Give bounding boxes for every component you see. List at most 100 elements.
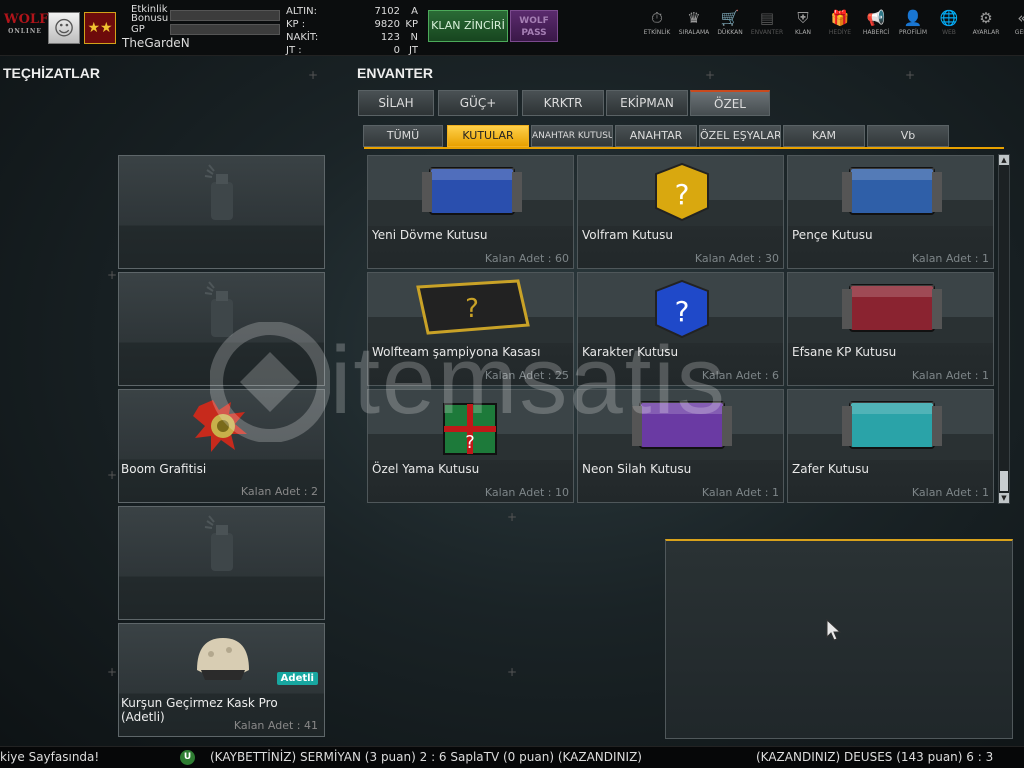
item-box-icon: ? — [368, 273, 573, 343]
inventory-scrollbar[interactable]: ▲ ▼ — [998, 154, 1010, 504]
item-name: Zafer Kutusu — [792, 462, 869, 476]
svg-text:?: ? — [675, 295, 690, 328]
bonus-progress-bar — [170, 10, 280, 21]
gp-label: GP — [131, 24, 145, 35]
nav-icon: 📢 — [866, 9, 886, 27]
item-box-icon: ? — [578, 156, 783, 226]
subtab-t-m-[interactable]: TÜMÜ — [363, 125, 443, 147]
item-count: Kalan Adet : 10 — [484, 486, 569, 499]
currency-row: JT : 0 JT — [286, 45, 418, 56]
username: TheGardeN — [122, 36, 190, 50]
tab-g-[interactable]: GÜÇ+ — [438, 90, 518, 116]
nav-item-profi-li-m[interactable]: 👤 PROFİLİM — [894, 8, 932, 48]
item-name: Pençe Kutusu — [792, 228, 873, 242]
bonus-label-line2: Bonusu — [131, 13, 169, 24]
nav-label: HEDİYE — [828, 29, 852, 36]
item-box-icon: ? — [368, 390, 573, 460]
tab-krktr[interactable]: KRKTR — [522, 90, 604, 116]
nav-icon: 🌐 — [939, 9, 959, 27]
nav-item-haberci-[interactable]: 📢 HABERCİ — [857, 8, 895, 48]
nav-item-geri-[interactable]: «GERİ — [1003, 8, 1024, 48]
grid-plus-mark: + — [905, 68, 916, 82]
nav-label: HABERCİ — [862, 29, 890, 36]
equipment-count: Kalan Adet : 41 — [233, 719, 318, 732]
helmet-icon — [197, 638, 249, 680]
inventory-item-card[interactable]: Zafer Kutusu Kalan Adet : 1 — [787, 389, 994, 503]
nav-label: ETKİNLİK — [643, 29, 671, 36]
nav-icon: 🛒 — [720, 9, 740, 27]
item-name: Efsane KP Kutusu — [792, 345, 897, 359]
mouse-cursor-icon — [826, 619, 842, 641]
nav-item-web[interactable]: 🌐 WEB — [930, 8, 968, 48]
nav-item-ayarlar[interactable]: ⚙ AYARLAR — [967, 8, 1005, 48]
equipment-slot[interactable] — [118, 155, 325, 269]
wolf-pass-button[interactable]: WOLF PASS — [510, 10, 558, 42]
klan-zinciri-button[interactable]: KLAN ZİNCİRİ — [428, 10, 508, 42]
gp-progress-bar — [170, 24, 280, 35]
nav-icon: ⚙ — [979, 9, 993, 27]
logo-text: WOLF — [4, 12, 49, 27]
subtab-vb[interactable]: Vb — [867, 125, 949, 147]
rank-badge-icon: ★★ — [84, 12, 116, 44]
inventory-item-card[interactable]: ? Volfram Kutusu Kalan Adet : 30 — [577, 155, 784, 269]
nav-icon: ⏱ — [651, 9, 663, 27]
scroll-down-arrow-icon[interactable]: ▼ — [999, 493, 1009, 503]
scroll-up-arrow-icon[interactable]: ▲ — [999, 155, 1009, 165]
currency-row: NAKİT: 123 N — [286, 32, 418, 43]
game-logo: WOLF ONLINE — [4, 12, 49, 44]
nav-icon: ▤ — [759, 9, 775, 27]
boom-graffiti-icon — [193, 400, 247, 452]
grid-plus-mark: + — [308, 68, 319, 82]
subtab-underline — [364, 147, 1004, 149]
equipment-slot[interactable]: Boom Grafitisi Kalan Adet : 2 — [118, 389, 325, 503]
item-name: Neon Silah Kutusu — [582, 462, 692, 476]
nav-icon: ⛨ — [797, 9, 809, 27]
subtab-anahtar[interactable]: ANAHTAR — [615, 125, 697, 147]
nav-item-d-kkan[interactable]: 🛒 DÜKKAN — [711, 8, 749, 48]
spray-can-icon — [204, 164, 233, 220]
inventory-item-card[interactable]: Neon Silah Kutusu Kalan Adet : 1 — [577, 389, 784, 503]
top-bar: WOLF ONLINE ☺ ★★ Etkinlik Bonusu GP TheG… — [0, 0, 1024, 56]
avatar[interactable]: ☺ — [48, 12, 80, 44]
item-count: Kalan Adet : 1 — [911, 486, 989, 499]
item-name: Volfram Kutusu — [582, 228, 674, 242]
nav-item-klan[interactable]: ⛨ KLAN — [784, 8, 822, 48]
scroll-thumb[interactable] — [1000, 471, 1008, 491]
ticker-middle: (KAYBETTİNİZ) SERMİYAN (3 puan) 2 : 6 Sa… — [210, 750, 642, 764]
equipment-name: Boom Grafitisi — [121, 462, 207, 476]
inventory-item-card[interactable]: ? Karakter Kutusu Kalan Adet : 6 — [577, 272, 784, 386]
nav-item-hedi-ye[interactable]: 🎁 HEDİYE — [821, 8, 859, 48]
item-detail-panel — [665, 539, 1013, 739]
tab-eki-pman[interactable]: EKİPMAN — [606, 90, 688, 116]
news-ticker: kiye Sayfasında! U (KAYBETTİNİZ) SERMİYA… — [0, 746, 1024, 768]
svg-text:?: ? — [465, 294, 479, 324]
subtab-kutular[interactable]: KUTULAR — [447, 125, 529, 147]
subtab-kam[interactable]: KAM — [783, 125, 865, 147]
inventory-item-card[interactable]: ? Özel Yama Kutusu Kalan Adet : 10 — [367, 389, 574, 503]
equipment-slot[interactable] — [118, 506, 325, 620]
item-box-icon — [788, 390, 993, 460]
subtab-anahtar-kutusu[interactable]: ANAHTAR KUTUSU — [531, 125, 613, 147]
inventory-item-card[interactable]: Efsane KP Kutusu Kalan Adet : 1 — [787, 272, 994, 386]
spray-can-icon — [204, 515, 233, 571]
subtab--zel-e-yalar[interactable]: ÖZEL EŞYALAR — [699, 125, 781, 147]
tab-si-lah[interactable]: SİLAH — [358, 90, 434, 116]
ticker-left: kiye Sayfasında! — [0, 750, 100, 764]
equipment-slot[interactable] — [118, 272, 325, 386]
nav-icon: 🎁 — [830, 9, 850, 27]
item-box-icon — [788, 273, 993, 343]
item-count: Kalan Adet : 25 — [484, 369, 569, 382]
item-name: Yeni Dövme Kutusu — [372, 228, 488, 242]
tab--zel[interactable]: ÖZEL — [690, 90, 770, 116]
item-count: Kalan Adet : 1 — [911, 369, 989, 382]
nav-item-siralama[interactable]: ♛ SIRALAMA — [675, 8, 713, 48]
spray-can-icon — [204, 281, 233, 337]
equipment-slot[interactable]: Kurşun Geçirmez Kask Pro (Adetli) Kalan A… — [118, 623, 325, 737]
inventory-item-card[interactable]: Pençe Kutusu Kalan Adet : 1 — [787, 155, 994, 269]
svg-text:?: ? — [465, 432, 475, 453]
inventory-item-card[interactable]: Yeni Dövme Kutusu Kalan Adet : 60 — [367, 155, 574, 269]
nav-item-etki-nli-k[interactable]: ⏱ ETKİNLİK — [638, 8, 676, 48]
nav-item-envanter[interactable]: ▤ ENVANTER — [748, 8, 786, 48]
item-box-icon — [788, 156, 993, 226]
inventory-item-card[interactable]: ? Wolfteam şampiyona Kasası Kalan Adet : 2… — [367, 272, 574, 386]
